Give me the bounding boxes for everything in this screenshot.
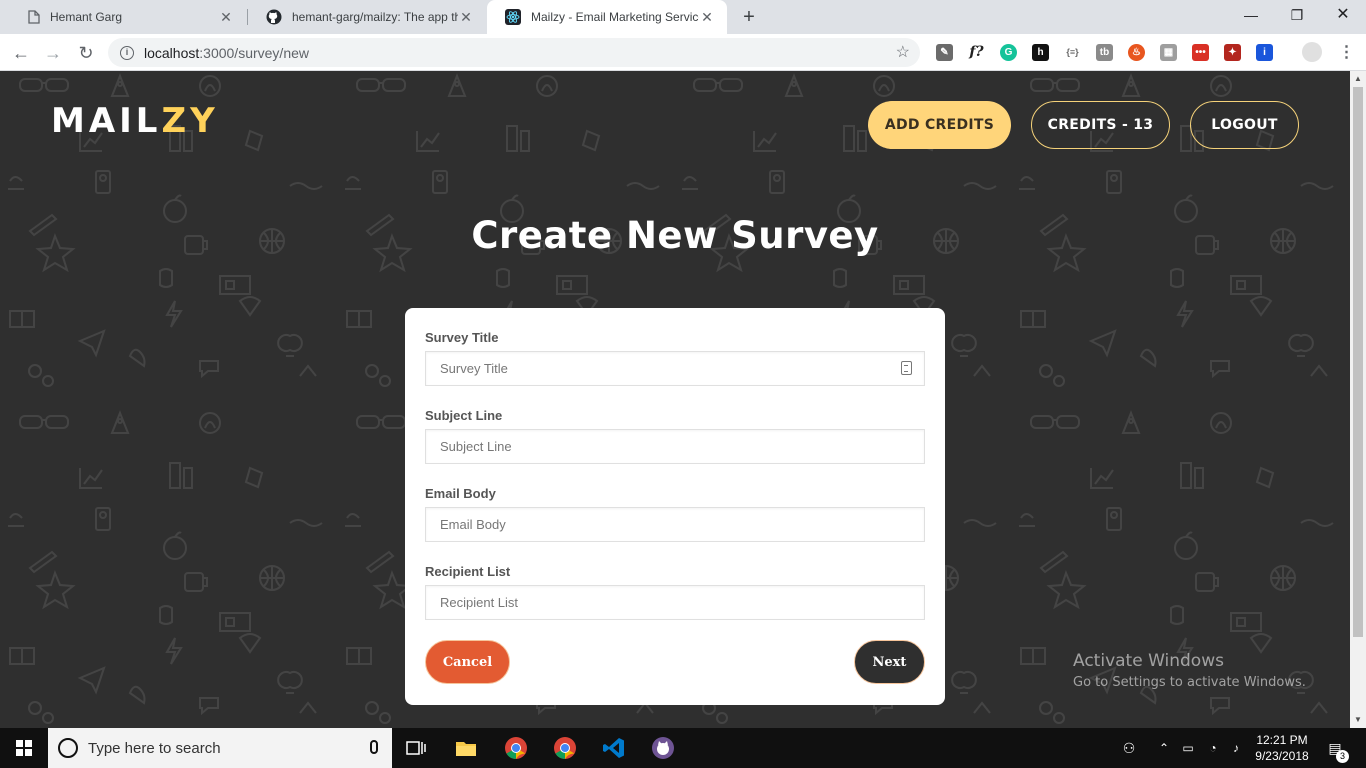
- close-window-button[interactable]: ✕: [1320, 0, 1366, 30]
- wifi-icon[interactable]: ◔: [1202, 728, 1224, 768]
- email-body-label: Email Body: [425, 486, 496, 501]
- grammarly-extension-icon[interactable]: G: [1000, 44, 1017, 61]
- clock-time: 12:21 PM: [1256, 733, 1308, 747]
- red-extension-icon[interactable]: •••: [1192, 44, 1209, 61]
- vscode-icon[interactable]: [602, 736, 626, 760]
- url-host: localhost: [144, 44, 200, 61]
- show-hidden-icons-chevron-icon[interactable]: ⌃: [1154, 728, 1174, 768]
- email-body-input[interactable]: [425, 507, 925, 542]
- restore-button[interactable]: ❐: [1274, 0, 1320, 30]
- pdf-extension-icon[interactable]: ✦: [1224, 44, 1241, 61]
- tab-title: Hemant Garg: [50, 10, 123, 24]
- page-body: MAILZY ADD CREDITS CREDITS - 13 LOGOUT C…: [0, 71, 1350, 728]
- battery-icon[interactable]: ▭: [1178, 728, 1198, 768]
- address-bar[interactable]: i localhost:3000/survey/new ☆: [108, 38, 920, 67]
- back-button[interactable]: ←: [8, 40, 34, 66]
- cortana-icon: [58, 738, 78, 758]
- survey-form-card: Survey Title Subject Line Email Body Rec…: [405, 308, 945, 705]
- h-extension-icon[interactable]: h: [1032, 44, 1049, 61]
- recipient-list-label: Recipient List: [425, 564, 511, 579]
- json-extension-icon[interactable]: {≡}: [1064, 44, 1081, 61]
- clock-date: 9/23/2018: [1255, 749, 1309, 763]
- github-icon: [266, 9, 282, 25]
- mailzy-logo[interactable]: MAILZY: [51, 101, 219, 141]
- scroll-up-arrow-icon[interactable]: ▲: [1350, 71, 1366, 87]
- close-icon[interactable]: ✕: [699, 9, 715, 26]
- logout-button[interactable]: LOGOUT: [1190, 101, 1299, 149]
- tab-hemant-garg[interactable]: Hemant Garg ✕: [10, 0, 246, 34]
- survey-title-label: Survey Title: [425, 330, 499, 345]
- tab-mailzy[interactable]: Mailzy - Email Marketing Service ✕: [487, 0, 727, 34]
- chrome-icon[interactable]: [504, 736, 528, 760]
- browser-tab-strip: Hemant Garg ✕ hemant-garg/mailzy: The ap…: [0, 0, 1366, 34]
- watermark-subtitle: Go to Settings to activate Windows.: [1073, 675, 1306, 690]
- blue-extension-icon[interactable]: i: [1256, 44, 1273, 61]
- watermark-title: Activate Windows: [1073, 651, 1224, 671]
- react-icon: [505, 9, 521, 25]
- screenshot-extension-icon[interactable]: ▦: [1160, 44, 1177, 61]
- forward-button[interactable]: →: [40, 40, 66, 66]
- tb-extension-icon[interactable]: tb: [1096, 44, 1113, 61]
- subject-line-label: Subject Line: [425, 408, 503, 423]
- next-button[interactable]: Next: [854, 640, 925, 684]
- subject-line-input[interactable]: [425, 429, 925, 464]
- start-button[interactable]: [0, 728, 48, 768]
- document-icon: [28, 10, 40, 24]
- url-text: localhost:3000/survey/new: [144, 45, 309, 61]
- windows-taskbar: Type here to search ⚇ ⌃ ▭ ◔ ♪ 12:21 PM 9…: [0, 728, 1366, 768]
- notification-count-badge: 3: [1336, 750, 1349, 763]
- tab-title: Mailzy - Email Marketing Service: [531, 10, 699, 24]
- activate-windows-watermark: Activate Windows Go to Settings to activ…: [1073, 651, 1306, 690]
- windows-logo-icon: [16, 740, 32, 756]
- task-view-icon[interactable]: [404, 736, 428, 760]
- font-extension-icon[interactable]: f?: [968, 44, 985, 61]
- close-icon[interactable]: ✕: [458, 9, 474, 26]
- page-title: Create New Survey: [471, 214, 879, 257]
- new-tab-button[interactable]: +: [737, 5, 761, 29]
- recipient-list-input[interactable]: [425, 585, 925, 620]
- profile-avatar[interactable]: [1302, 42, 1322, 62]
- people-icon[interactable]: ⚇: [1118, 728, 1140, 768]
- url-path: :3000/survey/new: [199, 44, 309, 61]
- file-explorer-icon[interactable]: [454, 736, 478, 760]
- close-icon[interactable]: ✕: [218, 9, 234, 26]
- volume-icon[interactable]: ♪: [1226, 728, 1246, 768]
- cancel-button[interactable]: Cancel: [425, 640, 510, 684]
- chrome-active-icon[interactable]: [553, 736, 577, 760]
- logo-main-text: MAIL: [51, 101, 162, 141]
- taskbar-search-box[interactable]: Type here to search: [48, 728, 392, 768]
- taskbar-clock[interactable]: 12:21 PM 9/23/2018: [1252, 732, 1312, 764]
- action-center-icon[interactable]: ▤ 3: [1322, 728, 1349, 768]
- survey-title-input[interactable]: [425, 351, 925, 386]
- search-placeholder: Type here to search: [88, 739, 221, 757]
- autofill-contact-icon[interactable]: [901, 361, 912, 375]
- fire-extension-icon[interactable]: ♨: [1128, 44, 1145, 61]
- microphone-icon[interactable]: [370, 740, 378, 754]
- info-icon[interactable]: i: [120, 45, 134, 60]
- scroll-down-arrow-icon[interactable]: ▼: [1350, 712, 1366, 728]
- tab-title: hemant-garg/mailzy: The app tha: [292, 10, 458, 24]
- tab-github-mailzy[interactable]: hemant-garg/mailzy: The app tha ✕: [248, 0, 486, 34]
- menu-icon[interactable]: ⋮: [1338, 44, 1355, 61]
- reload-button[interactable]: ↻: [73, 40, 99, 66]
- add-credits-button[interactable]: ADD CREDITS: [868, 101, 1011, 149]
- page-scrollbar[interactable]: ▲ ▼: [1350, 71, 1366, 728]
- credits-button[interactable]: CREDITS - 13: [1031, 101, 1170, 149]
- browser-toolbar: ← → ↻ i localhost:3000/survey/new ☆ ✎ f?…: [0, 34, 1366, 71]
- logo-accent-text: ZY: [161, 101, 219, 141]
- eyedropper-extension-icon[interactable]: ✎: [936, 44, 953, 61]
- scrollbar-thumb[interactable]: [1353, 87, 1363, 637]
- bookmark-star-icon[interactable]: ☆: [896, 42, 910, 62]
- github-desktop-icon[interactable]: [651, 736, 675, 760]
- minimize-button[interactable]: —: [1228, 0, 1274, 30]
